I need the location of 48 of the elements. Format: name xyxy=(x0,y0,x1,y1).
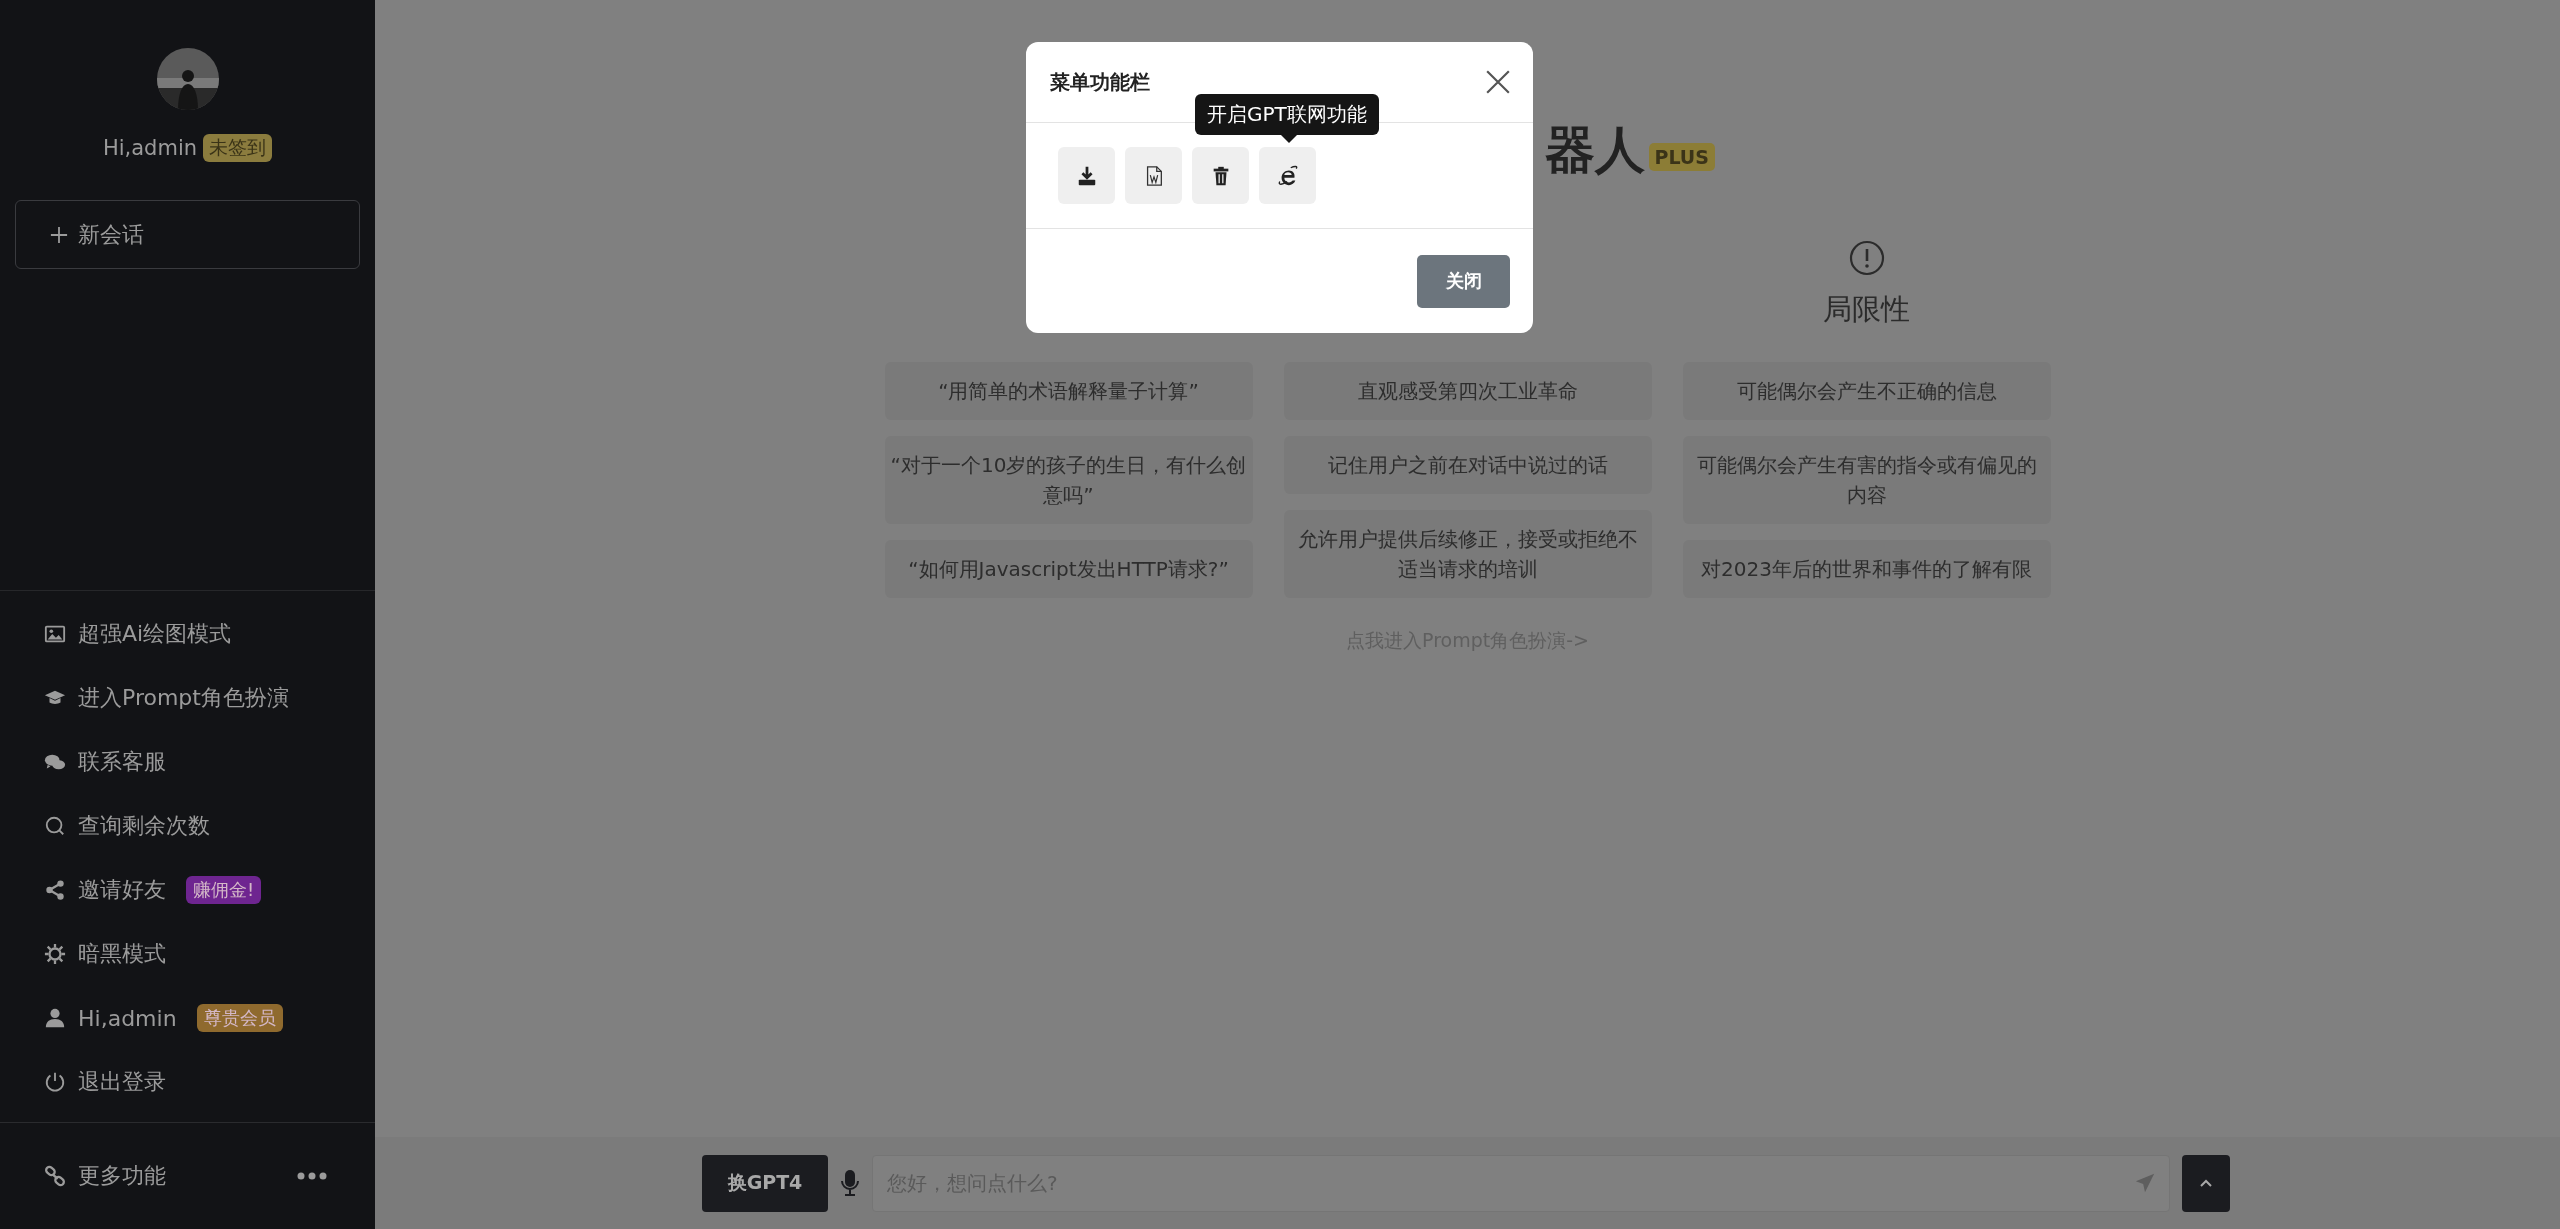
more-features-label[interactable]: 更多功能 xyxy=(78,1161,166,1191)
tool-button[interactable] xyxy=(1259,147,1316,204)
new-chat-button[interactable]: 新会话 xyxy=(15,200,360,269)
menu-item-label: 暗黑模式 xyxy=(78,940,166,968)
share-icon xyxy=(44,879,66,901)
close-button[interactable] xyxy=(1485,69,1511,95)
send-icon xyxy=(2134,1171,2156,1194)
menu-item-label: Hi,admin xyxy=(78,1005,177,1031)
page-title: 器人 xyxy=(1544,119,1645,181)
more-icon[interactable] xyxy=(297,1172,327,1180)
user-icon xyxy=(44,1007,66,1029)
menu-item-label: 退出登录 xyxy=(78,1068,166,1096)
image-icon xyxy=(44,623,66,645)
dialog-title: 菜单功能栏 xyxy=(1050,68,1150,96)
close-dialog-button[interactable]: 关闭 xyxy=(1417,254,1510,308)
tool-button[interactable] xyxy=(1058,147,1115,204)
menu-item[interactable]: 暗黑模式 xyxy=(0,922,375,986)
power-icon xyxy=(44,1071,66,1093)
tooltip: 开启GPT联网功能 xyxy=(1195,94,1379,143)
menu-item[interactable]: 查询剩余次数 xyxy=(0,794,375,858)
menu-item[interactable]: Hi,admin 尊贵会员 xyxy=(0,986,375,1050)
search-icon xyxy=(44,815,66,837)
chevron-up-icon xyxy=(2200,1179,2212,1187)
link-icon xyxy=(44,1165,66,1187)
tool-button[interactable] xyxy=(1192,147,1249,204)
menu-item[interactable]: 联系客服 xyxy=(0,730,375,794)
tag: 尊贵会员 xyxy=(196,1004,283,1032)
greeting-text: Hi,admin xyxy=(102,136,198,160)
tag: 赚佣金! xyxy=(186,876,262,904)
menu-item[interactable]: 进入Prompt角色扮演 xyxy=(0,666,375,730)
expand-button[interactable] xyxy=(2182,1154,2230,1212)
sun-icon xyxy=(44,943,66,965)
sign-in-status-badge: 未签到 xyxy=(203,134,273,162)
microphone-icon xyxy=(840,1169,860,1197)
plus-badge: PLUS xyxy=(1648,143,1715,171)
column-heading: 局限性 xyxy=(1823,291,1910,328)
menu-item-label: 邀请好友 xyxy=(78,876,166,904)
switch-model-button[interactable]: 换GPT4 xyxy=(702,1154,828,1212)
menu-item[interactable]: 退出登录 xyxy=(0,1050,375,1114)
warning-icon xyxy=(1848,240,1885,276)
menu-item[interactable]: 邀请好友 赚佣金! xyxy=(0,858,375,922)
menu-item-label: 进入Prompt角色扮演 xyxy=(78,684,289,712)
menu-item-label: 查询剩余次数 xyxy=(78,812,210,840)
plus-icon xyxy=(50,225,68,244)
menu-item-label: 联系客服 xyxy=(78,748,166,776)
close-icon xyxy=(1485,69,1511,95)
menu-item[interactable]: 超强Ai绘图模式 xyxy=(0,602,375,666)
menu-item-label: 超强Ai绘图模式 xyxy=(78,620,232,648)
